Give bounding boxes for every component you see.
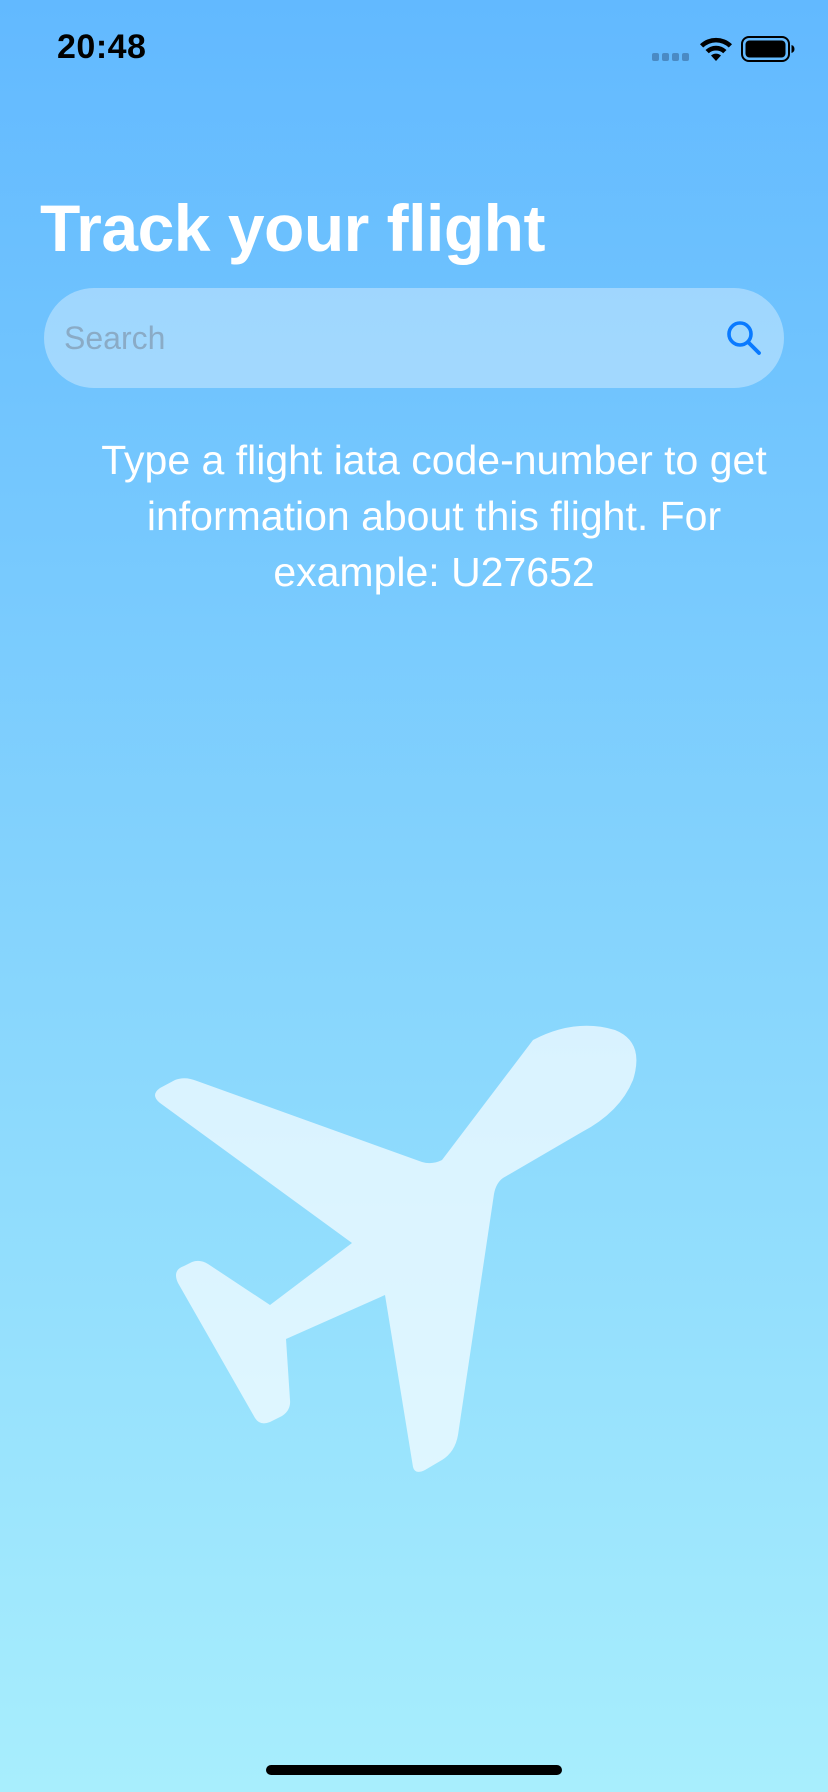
search-input[interactable]: [64, 288, 704, 388]
status-bar: 20:48: [0, 0, 828, 100]
search-bar[interactable]: [44, 288, 784, 388]
home-indicator[interactable]: [266, 1765, 562, 1775]
page-title: Track your flight: [40, 191, 545, 265]
hint-text: Type a flight iata code-number to get in…: [101, 437, 767, 595]
search-icon[interactable]: [724, 318, 764, 358]
screen: 20:48 Track your flight Type a flight ia…: [0, 0, 828, 1792]
status-time: 20:48: [57, 28, 147, 66]
signal-icon: [652, 53, 689, 61]
wifi-icon: [700, 37, 732, 61]
airplane-icon: [155, 1025, 637, 1472]
battery-icon: [741, 36, 795, 62]
